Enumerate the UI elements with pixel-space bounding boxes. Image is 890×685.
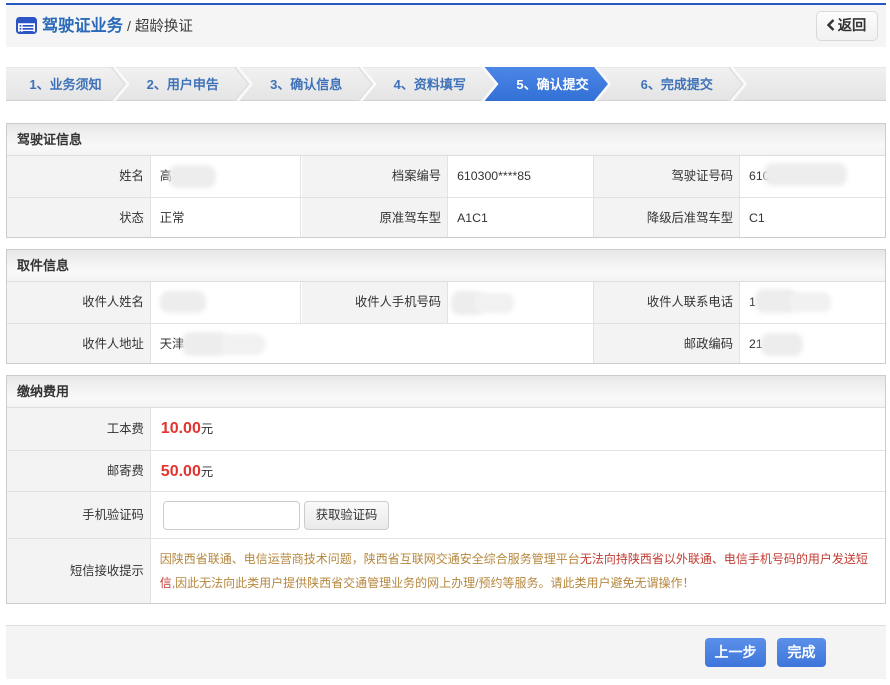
svg-text:1、业务须知: 1、业务须知 [29,77,101,92]
svg-text:6、完成提交: 6、完成提交 [641,77,713,92]
svg-text:3、确认信息: 3、确认信息 [270,77,342,92]
svg-text:2、用户申告: 2、用户申告 [147,77,219,92]
svg-text:4、资料填写: 4、资料填写 [394,77,466,92]
svg-text:5、确认提交: 5、确认提交 [516,77,588,92]
